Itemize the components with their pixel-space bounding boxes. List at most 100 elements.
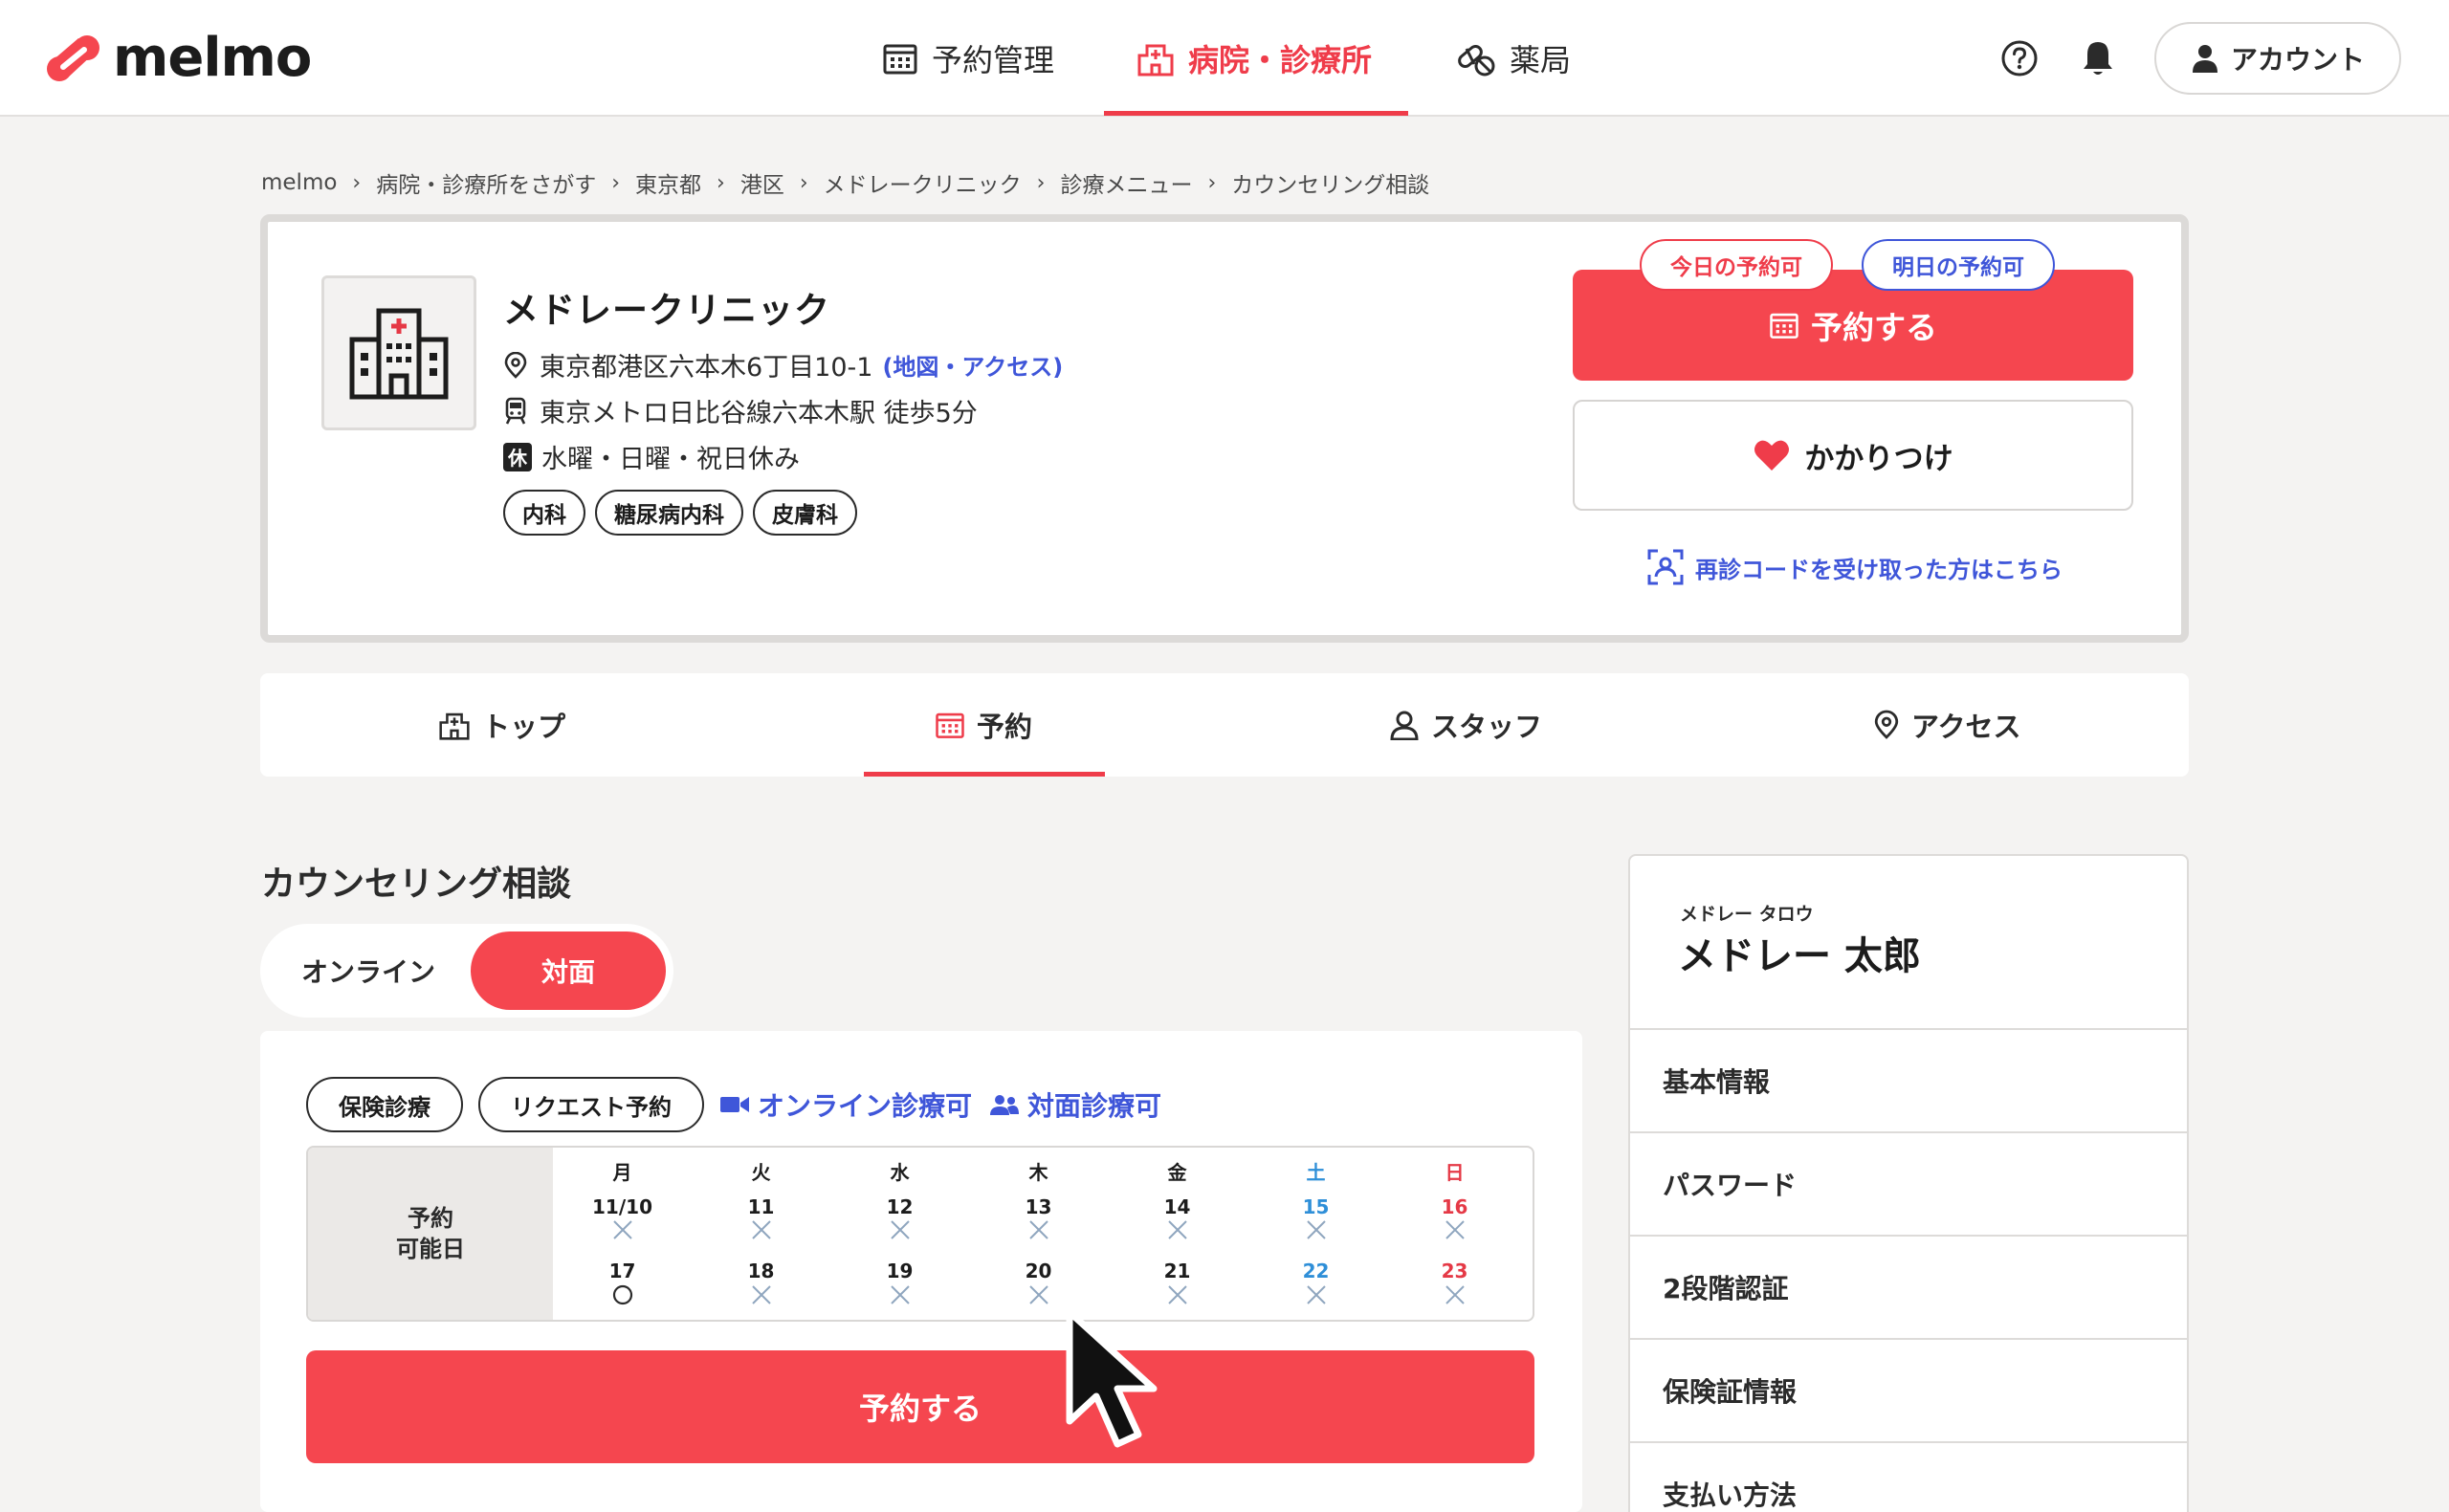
department-tag: 皮膚科 xyxy=(753,490,857,536)
user-name: メドレー 太郎 xyxy=(1678,934,1921,978)
user-menu-password[interactable]: パスワード xyxy=(1630,1131,2187,1235)
calendar-date: 20 xyxy=(1025,1260,1052,1282)
account-button[interactable]: アカウント xyxy=(2154,22,2401,95)
nav-pharmacy-label: 薬局 xyxy=(1510,42,1572,78)
breadcrumb-item[interactable]: メドレークリニック xyxy=(824,166,1022,199)
tab-top-label: トップ xyxy=(482,711,566,743)
calendar-header: 予約 可能日 xyxy=(308,1148,553,1320)
online-available-text: オンライン診療可 xyxy=(758,1090,973,1122)
calendar-weekday: 日 xyxy=(1445,1161,1465,1184)
request-reservation-chip: リクエスト予約 xyxy=(478,1077,704,1132)
menu-attributes: 保険診療 リクエスト予約 オンライン診療可 対面診療可 xyxy=(306,1077,1179,1132)
available-tomorrow-badge: 明日の予約可 xyxy=(1862,239,2055,291)
tab-access[interactable]: アクセス xyxy=(1873,673,2021,777)
favorite-label: かかりつけ xyxy=(1804,441,1953,476)
calendar-date: 16 xyxy=(1441,1195,1468,1218)
chevron-right-icon: › xyxy=(799,170,808,195)
calendar-date: 18 xyxy=(747,1260,775,1282)
reserve-submit-button[interactable]: 予約する xyxy=(306,1350,1534,1463)
calendar-weekday: 金 xyxy=(1167,1161,1187,1184)
tab-access-label: アクセス xyxy=(1911,711,2021,743)
department-tag: 内科 xyxy=(503,490,585,536)
unavailable-cross-icon xyxy=(751,1285,771,1304)
calendar-day-column: 火 11 18 xyxy=(692,1148,830,1320)
unavailable-cross-icon xyxy=(1445,1220,1465,1239)
calendar-icon xyxy=(1769,310,1799,340)
breadcrumb-item[interactable]: 港区 xyxy=(740,166,784,199)
hospital-icon xyxy=(1136,40,1175,77)
calendar-date: 13 xyxy=(1025,1195,1052,1218)
account-label: アカウント xyxy=(2230,44,2365,76)
breadcrumb-item[interactable]: 病院・診療所をさがす xyxy=(376,166,596,199)
tab-reservation[interactable]: 予約 xyxy=(935,673,1032,777)
calendar-date: 15 xyxy=(1302,1195,1330,1218)
calendar-icon xyxy=(935,710,965,740)
clinic-station-row: 東京メトロ日比谷線六本木駅 徒歩5分 xyxy=(503,392,978,429)
tab-staff-label: スタッフ xyxy=(1431,711,1543,743)
calendar-day-column: 月 11/10 17 xyxy=(553,1148,692,1320)
consultation-mode-toggle: オンライン 対面 xyxy=(260,924,673,1018)
nav-pharmacy[interactable]: 薬局 xyxy=(1454,0,1571,117)
bell-icon[interactable] xyxy=(2076,36,2120,80)
unavailable-cross-icon xyxy=(1167,1220,1187,1239)
breadcrumb-item[interactable]: 診療メニュー xyxy=(1060,166,1192,199)
video-camera-icon xyxy=(719,1094,750,1115)
map-access-link[interactable]: (地図・アクセス) xyxy=(882,348,1063,382)
revisit-code-link[interactable]: 再診コードを受け取った方はこちら xyxy=(1647,549,2063,585)
mode-inperson-option[interactable]: 対面 xyxy=(471,931,666,1010)
clinic-thumbnail xyxy=(321,275,476,430)
user-menu-payment[interactable]: 支払い方法 xyxy=(1630,1441,2187,1512)
clinic-card: メドレークリニック 東京都港区六本木6丁目10-1 (地図・アクセス) 東京メト… xyxy=(260,214,2189,643)
train-icon xyxy=(503,397,528,426)
tab-staff[interactable]: スタッフ xyxy=(1389,673,1542,777)
calendar-date: 17 xyxy=(608,1260,636,1282)
calendar-date: 19 xyxy=(886,1260,914,1282)
reserve-button-label: 予約する xyxy=(1811,309,1937,346)
breadcrumb-item[interactable]: 東京都 xyxy=(635,166,701,199)
nav-hospitals[interactable]: 病院・診療所 xyxy=(1136,0,1372,117)
favorite-button[interactable]: かかりつけ xyxy=(1573,400,2133,511)
user-menu-basic-info[interactable]: 基本情報 xyxy=(1630,1028,2187,1131)
calendar-date: 11 xyxy=(747,1195,775,1218)
unavailable-cross-icon xyxy=(1028,1220,1048,1239)
mouse-cursor-icon xyxy=(1066,1308,1158,1448)
closed-badge: 休 xyxy=(503,442,532,471)
tab-active-underline xyxy=(864,772,1105,777)
available-today-badge: 今日の予約可 xyxy=(1640,239,1833,291)
chevron-right-icon: › xyxy=(1036,170,1046,195)
person-icon xyxy=(1389,710,1420,740)
people-icon xyxy=(989,1093,1020,1116)
calendar-day-column: 水 12 19 xyxy=(830,1148,969,1320)
tab-top[interactable]: トップ xyxy=(438,673,565,777)
available-circle-icon[interactable] xyxy=(611,1283,634,1306)
help-circle-icon[interactable] xyxy=(1997,36,2041,80)
user-name-ruby: メドレー タロウ xyxy=(1680,904,1814,925)
clinic-station: 東京メトロ日比谷線六本木駅 徒歩5分 xyxy=(540,399,978,428)
menu-title: カウンセリング相談 xyxy=(261,865,572,904)
inperson-available-text: 対面診療可 xyxy=(1027,1090,1162,1122)
calendar-weekday: 木 xyxy=(1028,1161,1048,1184)
chevron-right-icon: › xyxy=(717,170,725,195)
calendar-date: 21 xyxy=(1163,1260,1191,1282)
unavailable-cross-icon xyxy=(890,1220,910,1239)
location-pin-icon xyxy=(503,351,528,379)
unavailable-cross-icon xyxy=(890,1285,910,1304)
calendar-day-column: 土 15 22 xyxy=(1247,1148,1385,1320)
calendar-weekday: 火 xyxy=(751,1161,771,1184)
user-menu-insurance[interactable]: 保険証情報 xyxy=(1630,1338,2187,1441)
heart-icon xyxy=(1753,438,1791,472)
nav-hospitals-label: 病院・診療所 xyxy=(1188,42,1373,78)
unavailable-cross-icon xyxy=(612,1220,632,1239)
calendar-date: 23 xyxy=(1441,1260,1468,1282)
breadcrumb-item[interactable]: melmo xyxy=(261,170,337,195)
department-tags: 内科 糖尿病内科 皮膚科 xyxy=(503,490,867,536)
mode-online-option[interactable]: オンライン xyxy=(268,931,469,1010)
calendar-weekday: 月 xyxy=(612,1161,632,1184)
user-menu-two-factor[interactable]: 2段階認証 xyxy=(1630,1235,2187,1338)
nav-active-underline xyxy=(1104,111,1408,116)
melmo-logo[interactable]: melmo xyxy=(44,27,312,89)
nav-reservations[interactable]: 予約管理 xyxy=(882,0,1054,117)
clinic-tabs: トップ 予約 スタッフ アクセス xyxy=(260,673,2189,777)
clinic-closed-row: 休 水曜・日曜・祝日休み xyxy=(503,438,800,475)
booking-panel: 保険診療 リクエスト予約 オンライン診療可 対面診療可 予約 可能日 月 11/1… xyxy=(260,1031,1582,1512)
